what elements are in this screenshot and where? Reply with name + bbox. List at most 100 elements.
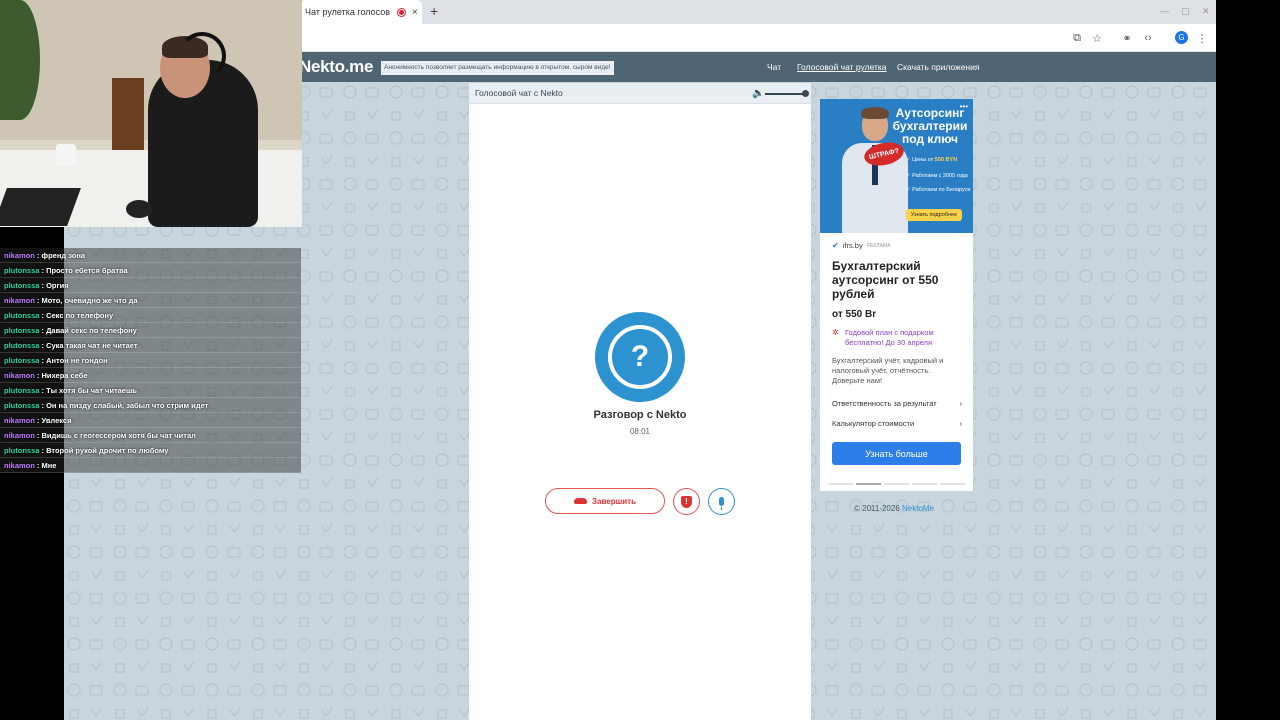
chat-text: : Нихера себе — [34, 371, 88, 380]
ad-link-calculator[interactable]: Калькулятор стоимости › — [832, 419, 962, 428]
link-icon[interactable]: ⚭ — [1120, 31, 1134, 45]
report-button[interactable]: ! — [673, 488, 700, 515]
screen: Чат рулетка голосов × + — ▢ ✕ ⧉ ☆ ⚭ ‹› ⋮… — [0, 0, 1280, 720]
chat-message: plutonssa : Давай секс по телефону — [0, 323, 301, 338]
ad-promo[interactable]: ✲ Годовой план с подарком бесплатно! До … — [832, 328, 962, 348]
close-window-button[interactable]: ✕ — [1202, 6, 1210, 17]
chat-text: : Мне — [34, 461, 57, 470]
microphone-button[interactable] — [708, 488, 735, 515]
microphone-icon — [719, 497, 724, 510]
chat-username: plutonssa — [4, 341, 40, 350]
anonymity-note: Анонимность позволяет размещать информац… — [381, 61, 614, 75]
profile-avatar[interactable]: G — [1175, 31, 1188, 44]
chat-username: nikamon — [4, 296, 35, 305]
end-call-button[interactable]: Завершить — [545, 488, 665, 514]
chat-username: plutonssa — [4, 386, 40, 395]
voice-chat-panel: Голосовой чат с Nekto 🔈 ? Разговор с Nek… — [469, 83, 811, 720]
ad-carousel-progress — [828, 483, 965, 485]
chat-message: nikamon : Нихера себе — [0, 368, 301, 383]
chat-username: plutonssa — [4, 401, 40, 410]
chat-username: nikamon — [4, 251, 35, 260]
ad-banner-image[interactable]: Аутсорсинг бухгалтерии под ключ ШТРАФ? ✓… — [820, 99, 973, 233]
stream-chat-overlay: nikamon : френд зона plutonssa : Просто е… — [0, 248, 302, 473]
volume-slider-knob[interactable] — [802, 90, 809, 97]
nav-voice-chat[interactable]: Голосовой чат рулетка — [797, 62, 887, 72]
tab-close-button[interactable]: × — [412, 7, 418, 18]
panel-header: Голосовой чат с Nekto 🔈 — [469, 83, 811, 104]
nav-chat[interactable]: Чат — [767, 62, 781, 72]
chat-message: nikamon : Мото, очевидно же что да — [0, 293, 301, 308]
ad-point-region: ✓ Работаем по Беларуси — [906, 187, 971, 193]
ad-description: Бухгалтерский учёт, кадровый и налоговый… — [832, 356, 944, 385]
bookmark-star-icon[interactable]: ☆ — [1090, 31, 1104, 45]
code-icon[interactable]: ‹› — [1141, 31, 1155, 45]
chat-username: plutonssa — [4, 356, 40, 365]
menu-kebab-icon[interactable]: ⋮ — [1195, 31, 1209, 45]
end-call-label: Завершить — [591, 496, 637, 506]
tab-title: Чат рулетка голосов — [305, 7, 390, 17]
ad-domain: ifrs.by — [842, 241, 863, 250]
chat-username: nikamon — [4, 461, 35, 470]
chat-text: : френд зона — [34, 251, 86, 260]
chat-text: : Второй рукой дрочит по любому — [39, 446, 169, 455]
advertisement[interactable]: Аутсорсинг бухгалтерии под ключ ШТРАФ? ✓… — [820, 99, 973, 491]
ad-point-price: ✓ Цены от 550 BYN — [906, 157, 958, 163]
ad-learn-more-button[interactable]: Узнать больше — [832, 442, 961, 465]
call-timer: 08:01 — [629, 427, 651, 436]
new-tab-button[interactable]: + — [430, 4, 438, 18]
ad-title[interactable]: Бухгалтерский аутсорсинг от 550 рублей — [832, 259, 967, 301]
chat-text: : Он на пизду слабый, забыл что стрим ид… — [39, 401, 209, 410]
chat-username: nikamon — [4, 416, 35, 425]
copyright: © 2011-2026 NektoMe — [854, 504, 935, 513]
question-mark-icon: ? — [608, 325, 672, 389]
partner-avatar: ? — [595, 312, 685, 402]
volume-icon[interactable]: 🔈 — [752, 88, 764, 99]
chat-text: : Антон не гондон — [39, 356, 108, 365]
ad-menu-icon[interactable]: ••• — [960, 102, 968, 111]
panel-title: Голосовой чат с Nekto — [475, 88, 563, 98]
webcam-overlay — [0, 0, 302, 227]
shield-icon: ! — [681, 495, 692, 508]
gift-icon: ✲ — [832, 328, 839, 337]
chat-username: nikamon — [4, 371, 35, 380]
chat-text: : Видишь с геогессером хотя бы чат читал — [34, 431, 196, 440]
browser-tab[interactable]: Чат рулетка голосов × — [300, 0, 422, 24]
chat-message: plutonssa : Антон не гондон — [0, 353, 301, 368]
ad-link-responsibility[interactable]: Ответственность за результат › — [832, 399, 962, 408]
chat-username: plutonssa — [4, 281, 40, 290]
chat-message: plutonssa : Он на пизду слабый, забыл чт… — [0, 398, 301, 413]
chat-message: nikamon : Видишь с геогессером хотя бы ч… — [0, 428, 301, 443]
chat-message: nikamon : Увлекся — [0, 413, 301, 428]
chat-text: : Мото, очевидно же что да — [34, 296, 138, 305]
conversation-title: Разговор с Nekto — [593, 409, 687, 421]
chat-text: : Просто ебется братва — [39, 266, 128, 275]
chat-text: : Давай секс по телефону — [39, 326, 137, 335]
chat-username: plutonssa — [4, 446, 40, 455]
chat-text: : Сука такая чат не читает — [39, 341, 138, 350]
chevron-right-icon: › — [959, 399, 963, 408]
chat-message: plutonssa : Ты хотя бы чат читаешь — [0, 383, 301, 398]
install-app-icon[interactable]: ⧉ — [1070, 31, 1084, 45]
chat-message: nikamon : Мне — [0, 458, 301, 473]
chat-username: plutonssa — [4, 326, 40, 335]
volume-slider[interactable] — [765, 93, 805, 95]
chat-text: : Увлекся — [34, 416, 72, 425]
ad-price: от 550 Br — [832, 309, 877, 320]
chat-message: plutonssa : Просто ебется братва — [0, 263, 301, 278]
maximize-button[interactable]: ▢ — [1181, 6, 1190, 17]
chat-message: nikamon : френд зона — [0, 248, 301, 263]
recording-icon — [397, 7, 406, 17]
site-logo[interactable]: Nekto.me — [299, 57, 373, 77]
chat-message: plutonssa : Второй рукой дрочит по любом… — [0, 443, 301, 458]
chat-username: plutonssa — [4, 311, 40, 320]
chat-message: plutonssa : Оргия — [0, 278, 301, 293]
chat-message: plutonssa : Сука такая чат не читает — [0, 338, 301, 353]
ad-source[interactable]: ✔ ifrs.by РЕКЛАМА — [832, 241, 890, 250]
chat-text: : Ты хотя бы чат читаешь — [39, 386, 137, 395]
chat-text: : Оргия — [39, 281, 69, 290]
minimize-button[interactable]: — — [1160, 6, 1169, 16]
copyright-link[interactable]: NektoMe — [902, 504, 934, 513]
nav-download-apps[interactable]: Скачать приложения — [897, 62, 979, 72]
chat-message: plutonssa : Секс по телефону — [0, 308, 301, 323]
ad-banner-cta[interactable]: Узнать подробнее — [906, 209, 962, 221]
